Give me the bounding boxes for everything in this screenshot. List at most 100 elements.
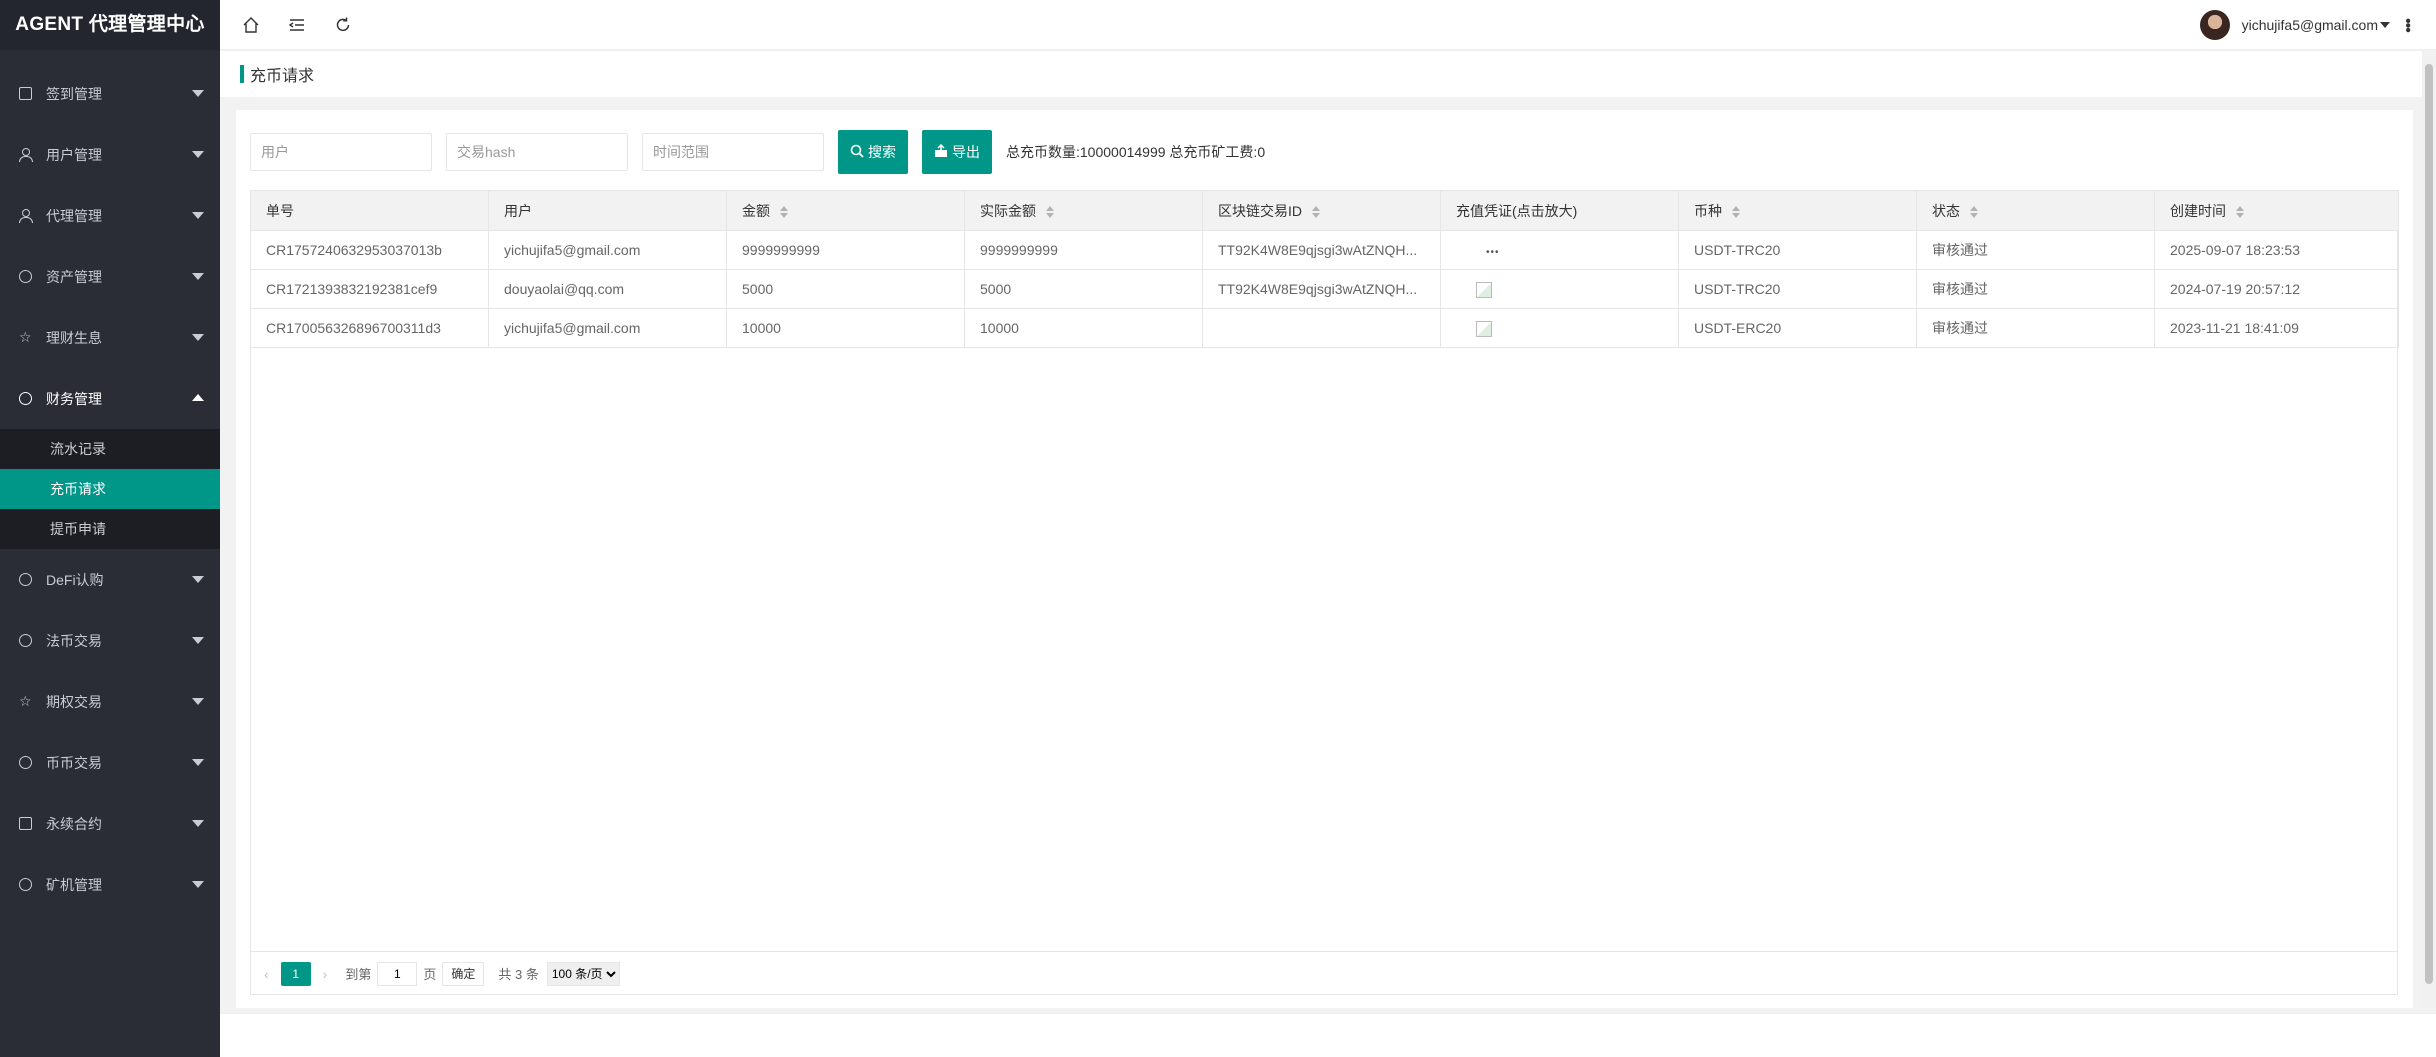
- chevron-down-icon: [192, 90, 204, 97]
- table-row[interactable]: CR1721393832192381cef9 douyaolai@qq.com …: [250, 269, 2399, 309]
- user-email: yichujifa5@gmail.com: [2241, 17, 2378, 33]
- sidebar-item-defi[interactable]: DeFi认购: [0, 549, 220, 610]
- sort-icon[interactable]: [2236, 205, 2244, 218]
- menu-fold-icon: [288, 18, 304, 31]
- table-row[interactable]: CR1757240632953037013b yichujifa5@gmail.…: [250, 230, 2399, 270]
- chevron-down-icon: [192, 637, 204, 644]
- footer-bar: [220, 1013, 2436, 1057]
- proof-thumbnail[interactable]: •••: [1486, 247, 1500, 258]
- sidebar-item-checkin[interactable]: 签到管理: [0, 63, 220, 124]
- cell-amount: 10000: [726, 308, 965, 348]
- dollar-circle-icon: [19, 270, 32, 283]
- page-jump-input[interactable]: [377, 961, 418, 986]
- page-jump-confirm-button[interactable]: 确定: [442, 961, 485, 986]
- cell-actual-amount: 10000: [964, 308, 1203, 348]
- main-card: 搜索 导出 总充币数量:10000014999 总充币矿工费:0 单号 用户 金…: [236, 110, 2413, 1008]
- cell-proof[interactable]: [1440, 308, 1679, 348]
- cell-user: yichujifa5@gmail.com: [488, 230, 727, 270]
- deposit-table: 单号 用户 金额 实际金额 区块链交易ID 充值凭证(点击放大) 币种 状态 创…: [250, 190, 2399, 348]
- sidebar-item-wealth[interactable]: ☆ 理财生息: [0, 307, 220, 368]
- chevron-down-icon: [192, 212, 204, 219]
- cell-proof[interactable]: [1440, 269, 1679, 309]
- search-icon: [850, 144, 864, 161]
- sort-icon[interactable]: [1046, 205, 1054, 218]
- star-icon: ☆: [19, 693, 32, 709]
- cell-txid: TT92K4W8E9qjsgi3wAtZNQH...: [1202, 269, 1441, 309]
- page-scrollbar[interactable]: [2422, 50, 2436, 1007]
- hash-filter-input[interactable]: [446, 133, 628, 171]
- mining-icon: [19, 878, 32, 891]
- page-title: 充币请求: [220, 51, 2436, 97]
- page-size-select[interactable]: 100 条/页: [546, 961, 620, 986]
- cell-user: douyaolai@qq.com: [488, 269, 727, 309]
- sort-icon[interactable]: [1970, 205, 1978, 218]
- col-actual-amount[interactable]: 实际金额: [964, 190, 1203, 231]
- table-header-row: 单号 用户 金额 实际金额 区块链交易ID 充值凭证(点击放大) 币种 状态 创…: [250, 190, 2399, 231]
- sidebar-submenu-finance: 流水记录 充币请求 提币申请: [0, 429, 220, 549]
- sort-icon[interactable]: [1312, 205, 1320, 218]
- col-created[interactable]: 创建时间: [2154, 190, 2399, 231]
- sidebar-item-users[interactable]: 用户管理: [0, 124, 220, 185]
- cell-user: yichujifa5@gmail.com: [488, 308, 727, 348]
- refresh-button[interactable]: [320, 0, 366, 50]
- cell-proof[interactable]: •••: [1440, 230, 1679, 270]
- chevron-down-icon: [192, 698, 204, 705]
- cell-created: 2025-09-07 18:23:53: [2154, 230, 2399, 270]
- col-amount[interactable]: 金额: [726, 190, 965, 231]
- sidebar-item-finance[interactable]: 财务管理: [0, 368, 220, 429]
- cell-txid: TT92K4W8E9qjsgi3wAtZNQH...: [1202, 230, 1441, 270]
- col-order-no: 单号: [250, 190, 489, 231]
- sidebar-subitem-deposit[interactable]: 充币请求: [0, 469, 220, 509]
- user-filter-input[interactable]: [250, 133, 432, 171]
- sidebar-item-assets[interactable]: 资产管理: [0, 246, 220, 307]
- export-button[interactable]: 导出: [922, 130, 992, 174]
- menu-fold-button[interactable]: [274, 0, 320, 50]
- more-vertical-icon[interactable]: •••: [2399, 18, 2416, 32]
- cell-txid: [1202, 308, 1441, 348]
- app-logo: AGENT 代理管理中心: [0, 0, 220, 50]
- sidebar-item-mining[interactable]: 矿机管理: [0, 854, 220, 915]
- page-number[interactable]: 1: [280, 961, 311, 986]
- cell-order-no: CR1721393832192381cef9: [250, 269, 489, 309]
- chevron-down-icon: [192, 273, 204, 280]
- chevron-up-icon: [192, 394, 204, 401]
- chevron-down-icon: [192, 759, 204, 766]
- home-icon: [243, 16, 259, 33]
- sidebar-subitem-withdraw[interactable]: 提币申请: [0, 509, 220, 549]
- chevron-down-icon: [192, 881, 204, 888]
- scrollbar-thumb[interactable]: [2425, 64, 2433, 984]
- clock-icon: [19, 573, 32, 586]
- sidebar-item-options[interactable]: ☆ 期权交易: [0, 671, 220, 732]
- next-page-icon[interactable]: ›: [323, 966, 328, 982]
- chevron-down-icon: [192, 820, 204, 827]
- sidebar-item-spot[interactable]: 币币交易: [0, 732, 220, 793]
- avatar: [2199, 10, 2230, 40]
- broken-image-icon[interactable]: [1476, 281, 1492, 298]
- search-button[interactable]: 搜索: [838, 130, 908, 174]
- sidebar-item-perpetual[interactable]: 永续合约: [0, 793, 220, 854]
- col-status[interactable]: 状态: [1916, 190, 2155, 231]
- cell-created: 2023-11-21 18:41:09: [2154, 308, 2399, 348]
- sort-icon[interactable]: [780, 205, 788, 218]
- prev-page-icon[interactable]: ‹: [264, 966, 269, 982]
- sidebar-item-agents[interactable]: 代理管理: [0, 185, 220, 246]
- table-row[interactable]: CR170056326896700311d3 yichujifa5@gmail.…: [250, 308, 2399, 348]
- col-user: 用户: [488, 190, 727, 231]
- cell-status: 审核通过: [1916, 308, 2155, 348]
- sidebar-item-fiat[interactable]: 法币交易: [0, 610, 220, 671]
- time-range-input[interactable]: [642, 133, 824, 171]
- top-header: yichujifa5@gmail.com •••: [220, 0, 2436, 50]
- doc-icon: [19, 87, 32, 100]
- col-coin[interactable]: 币种: [1678, 190, 1917, 231]
- cell-order-no: CR170056326896700311d3: [250, 308, 489, 348]
- sidebar-subitem-flow[interactable]: 流水记录: [0, 429, 220, 469]
- col-txid[interactable]: 区块链交易ID: [1202, 190, 1441, 231]
- cell-status: 审核通过: [1916, 269, 2155, 309]
- broken-image-icon[interactable]: [1476, 320, 1492, 337]
- home-button[interactable]: [228, 0, 274, 50]
- sort-icon[interactable]: [1732, 205, 1740, 218]
- chevron-down-icon: [192, 576, 204, 583]
- cell-coin: USDT-TRC20: [1678, 230, 1917, 270]
- cell-amount: 9999999999: [726, 230, 965, 270]
- user-menu[interactable]: yichujifa5@gmail.com •••: [2199, 0, 2416, 50]
